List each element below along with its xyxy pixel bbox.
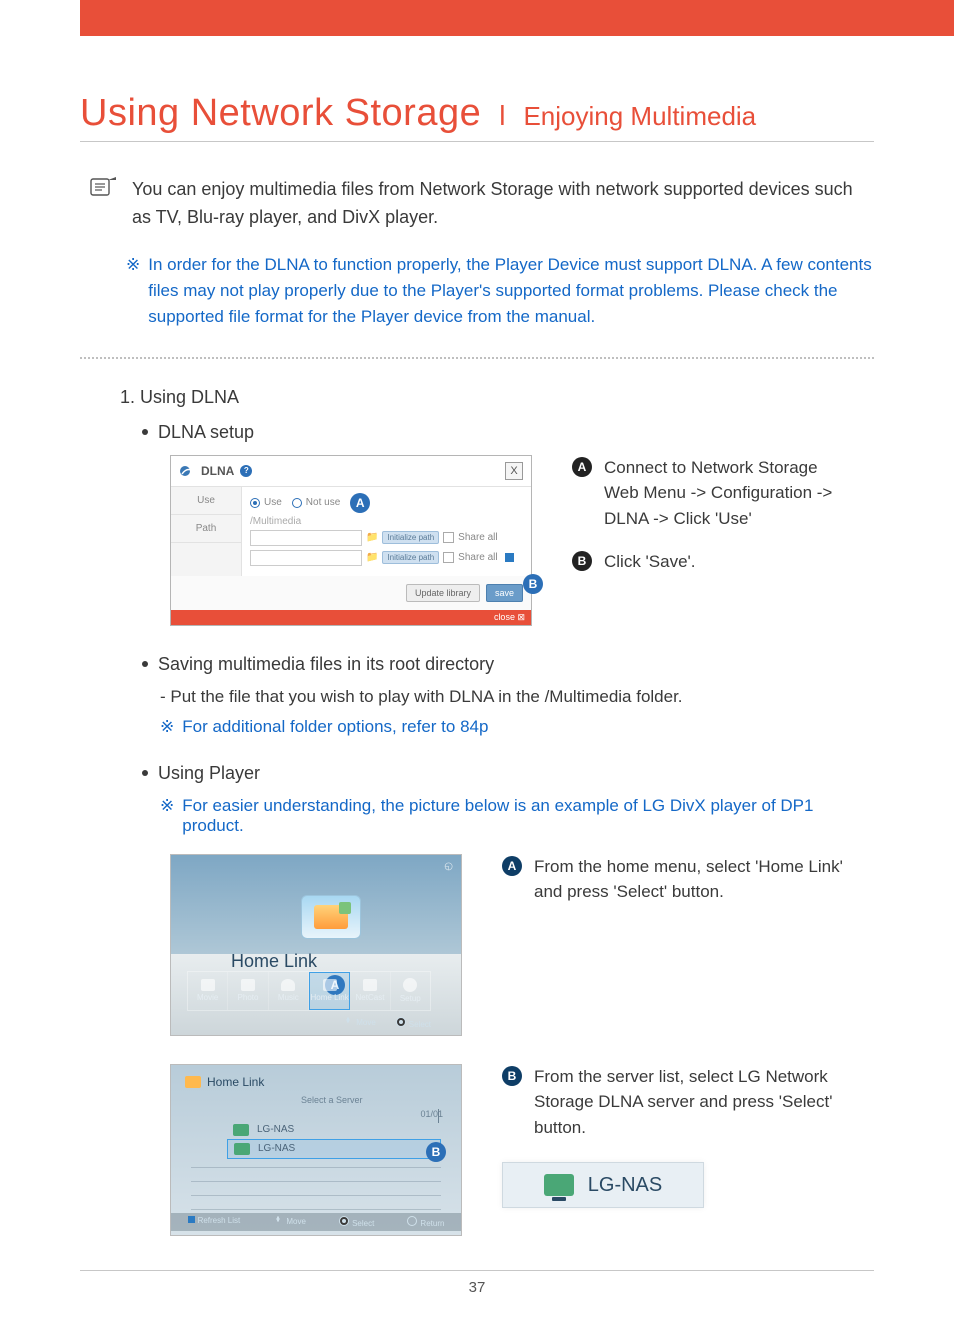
- note-star-icon: ※: [160, 717, 174, 737]
- hint-select: Select: [339, 1216, 374, 1228]
- share-all-checkbox-1[interactable]: [443, 532, 454, 543]
- home-link-icon: [323, 979, 337, 991]
- p2-subtitle: Select a Server: [301, 1095, 363, 1105]
- player1-callout: From the home menu, select 'Home Link' a…: [534, 854, 874, 905]
- dlna-logo-icon: [179, 465, 195, 477]
- radio-use[interactable]: [250, 498, 260, 508]
- netcast-icon: [363, 979, 377, 991]
- callout-b-icon: B: [502, 1066, 522, 1086]
- dlna-window-title: DLNA ?: [179, 464, 252, 478]
- save-root-line: - Put the file that you wish to play wit…: [80, 687, 874, 707]
- save-button[interactable]: save: [486, 584, 523, 602]
- home-link-label: Home Link: [231, 951, 317, 972]
- note-icon: [90, 176, 118, 203]
- caveat-text: In order for the DLNA to function proper…: [148, 252, 874, 331]
- callout-a-icon: A: [572, 457, 592, 477]
- list-divider: [191, 1167, 441, 1168]
- wifi-icon: ◵: [444, 861, 453, 872]
- folder-icon[interactable]: 📁: [366, 532, 378, 543]
- server-row[interactable]: LG-NAS: [227, 1121, 441, 1139]
- intro-text: You can enjoy multimedia files from Netw…: [132, 176, 874, 232]
- lg-nas-badge: LG-NAS: [502, 1162, 704, 1208]
- add-path-icon[interactable]: [505, 553, 514, 562]
- callout-a-icon: A: [502, 856, 522, 876]
- radio-not-use[interactable]: [292, 498, 302, 508]
- hint-select: Select: [396, 1017, 431, 1029]
- gear-icon: [403, 978, 417, 992]
- menu-item-music[interactable]: Music: [269, 972, 309, 1010]
- dotted-divider: [80, 357, 874, 359]
- marker-a: A: [350, 493, 370, 513]
- step1-heading: 1. Using DLNA: [80, 387, 874, 408]
- bullet-using-player: Using Player: [158, 763, 260, 784]
- marker-b: B: [523, 574, 543, 594]
- bullet-save-root: Saving multimedia files in its root dire…: [158, 654, 494, 675]
- server-icon: [234, 1143, 250, 1155]
- movie-icon: [201, 979, 215, 991]
- callout-b-icon: B: [572, 551, 592, 571]
- callout-b-text: Click 'Save'.: [604, 549, 696, 575]
- nas-badge-text: LG-NAS: [588, 1174, 662, 1197]
- list-divider: [191, 1209, 441, 1210]
- page-number: 37: [80, 1270, 874, 1296]
- hint-refresh: Refresh List: [188, 1216, 241, 1228]
- bullet-dot-icon: [142, 770, 148, 776]
- server-row-selected[interactable]: LG-NAS B: [227, 1139, 441, 1159]
- update-library-button[interactable]: Update library: [406, 584, 480, 602]
- help-icon[interactable]: ?: [240, 465, 252, 477]
- dlna-window: DLNA ? X Use Path Use Not: [170, 455, 532, 626]
- hint-return: Return: [407, 1216, 444, 1228]
- title-separator: l: [499, 100, 505, 132]
- close-bar[interactable]: close ⊠: [171, 610, 531, 625]
- init-path-button-2[interactable]: Initialize path: [382, 551, 439, 564]
- player-server-list-screenshot: Home Link Select a Server 01/01 LG-NAS L…: [170, 1064, 462, 1236]
- share-all-checkbox-2[interactable]: [443, 552, 454, 563]
- use-radio-row: Use Not use A: [250, 493, 523, 513]
- player-home-screenshot: ◵ Home Link A Movie Photo Music Home Lin…: [170, 854, 462, 1036]
- menu-item-netcast[interactable]: NetCast: [350, 972, 390, 1010]
- list-divider: [191, 1181, 441, 1182]
- music-icon: [281, 979, 295, 991]
- p2-title: Home Link: [207, 1075, 264, 1089]
- server-icon: [233, 1124, 249, 1136]
- player-note: For easier understanding, the picture be…: [182, 796, 874, 836]
- page-title-row: Using Network Storage l Enjoying Multime…: [80, 92, 874, 142]
- bullet-dlna-setup: DLNA setup: [158, 422, 254, 443]
- init-path-button-1[interactable]: Initialize path: [382, 531, 439, 544]
- bullet-dot-icon: [142, 429, 148, 435]
- bullet-dot-icon: [142, 661, 148, 667]
- note-star-icon: ※: [126, 252, 140, 331]
- save-root-note: For additional folder options, refer to …: [182, 717, 488, 737]
- marker-b: B: [426, 1142, 446, 1162]
- menu-item-movie[interactable]: Movie: [188, 972, 228, 1010]
- row-label-use: Use: [171, 487, 241, 515]
- folder-icon[interactable]: 📁: [366, 552, 378, 563]
- folder-icon: [185, 1076, 201, 1088]
- header-bar: [80, 0, 954, 36]
- note-star-icon: ※: [160, 796, 174, 836]
- menu-item-setup[interactable]: Setup: [391, 972, 430, 1010]
- nas-monitor-icon: [544, 1174, 574, 1196]
- player2-callout: From the server list, select LG Network …: [534, 1064, 874, 1141]
- home-link-tile[interactable]: [301, 895, 361, 939]
- title-sub: Enjoying Multimedia: [523, 101, 756, 132]
- callout-a-text: Connect to Network Storage Web Menu -> C…: [604, 455, 844, 532]
- title-main: Using Network Storage: [80, 92, 481, 135]
- hint-move: Move: [343, 1017, 376, 1029]
- p2-count: 01/01: [420, 1109, 443, 1119]
- multimedia-path-label: /Multimedia: [250, 516, 523, 527]
- path-input-2[interactable]: [250, 550, 362, 566]
- hint-move: Move: [273, 1216, 306, 1228]
- row-label-path: Path: [171, 515, 241, 543]
- path-input-1[interactable]: [250, 530, 362, 546]
- menu-item-photo[interactable]: Photo: [228, 972, 268, 1010]
- close-icon[interactable]: X: [505, 462, 523, 480]
- photo-icon: [241, 979, 255, 991]
- list-divider: [191, 1195, 441, 1196]
- menu-item-home-link[interactable]: Home Link: [309, 972, 350, 1010]
